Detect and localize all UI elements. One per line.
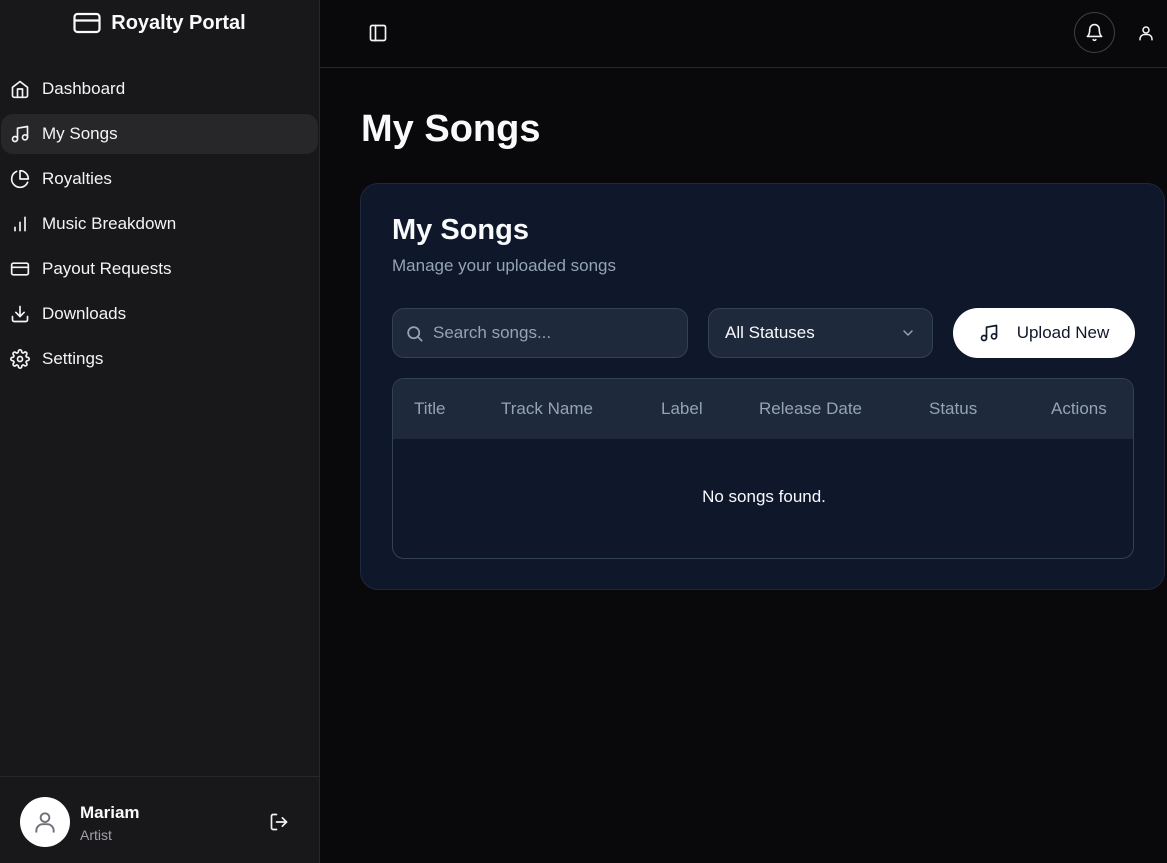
sidebar-toggle-button[interactable] — [366, 21, 390, 45]
status-filter-value: All Statuses — [725, 323, 815, 342]
upload-new-label: Upload New — [1016, 323, 1110, 342]
sidebar-item-label: Music Breakdown — [42, 214, 177, 233]
app-root: Royalty Portal Dashboard My Songs Royalt… — [0, 0, 1167, 863]
column-header-actions: Actions — [1051, 399, 1107, 418]
sidebar: Royalty Portal Dashboard My Songs Royalt… — [0, 0, 320, 863]
empty-state-message: No songs found. — [702, 487, 826, 506]
pie-chart-icon — [10, 169, 30, 189]
bell-icon — [1086, 23, 1103, 42]
column-header-release-date[interactable]: Release Date — [759, 399, 862, 419]
card-subtitle: Manage your uploaded songs — [392, 256, 616, 275]
user-icon — [35, 812, 55, 833]
sidebar-item-downloads[interactable]: Downloads — [1, 294, 318, 334]
status-filter-select[interactable]: All Statuses — [708, 308, 933, 358]
search-input[interactable] — [433, 323, 673, 343]
sidebar-item-royalties[interactable]: Royalties — [1, 159, 318, 199]
column-header-label[interactable]: Label — [661, 399, 703, 419]
credit-card-icon — [73, 12, 101, 34]
user-icon — [1139, 26, 1153, 41]
user-panel: Mariam Artist — [0, 776, 319, 863]
sidebar-item-dashboard[interactable]: Dashboard — [1, 69, 318, 109]
sidebar-item-label: My Songs — [42, 124, 118, 143]
topbar — [320, 0, 1167, 68]
sidebar-item-music-breakdown[interactable]: Music Breakdown — [1, 204, 318, 244]
sidebar-item-label: Downloads — [42, 304, 127, 323]
column-header-status[interactable]: Status — [929, 399, 977, 419]
logout-icon — [270, 813, 288, 831]
upload-new-button[interactable]: Upload New — [953, 308, 1135, 358]
avatar[interactable] — [20, 797, 70, 847]
notifications-button[interactable] — [1074, 12, 1115, 53]
music-note-icon — [980, 324, 998, 342]
sidebar-item-payout-requests[interactable]: Payout Requests — [1, 249, 318, 289]
sidebar-item-my-songs[interactable]: My Songs — [1, 114, 318, 154]
chevron-down-icon — [903, 330, 913, 336]
logout-button[interactable] — [267, 810, 291, 834]
credit-card-icon — [10, 259, 30, 279]
sidebar-item-settings[interactable]: Settings — [1, 339, 318, 379]
sidebar-item-label: Dashboard — [42, 79, 126, 98]
panel-left-icon — [369, 24, 387, 42]
page-title: My Songs — [361, 108, 541, 150]
bar-chart-icon — [10, 214, 30, 234]
brand[interactable]: Royalty Portal — [0, 0, 319, 67]
sidebar-item-label: Settings — [42, 349, 104, 368]
search-icon — [407, 325, 423, 341]
home-icon — [10, 79, 30, 99]
user-menu-button[interactable] — [1134, 21, 1158, 45]
search-box — [392, 308, 688, 358]
gear-icon — [10, 349, 30, 369]
column-header-title[interactable]: Title — [414, 399, 446, 419]
songs-table: Title Track Name Label Release Date Stat… — [392, 378, 1134, 559]
table-header: Title Track Name Label Release Date Stat… — [393, 379, 1133, 439]
user-name: Mariam — [80, 803, 140, 822]
user-role: Artist — [80, 827, 112, 843]
brand-title: Royalty Portal — [111, 12, 246, 34]
sidebar-item-label: Payout Requests — [42, 259, 172, 278]
music-note-icon — [10, 124, 30, 144]
sidebar-item-label: Royalties — [42, 169, 112, 188]
card-title: My Songs — [392, 214, 529, 246]
column-header-track-name[interactable]: Track Name — [501, 399, 593, 419]
sidebar-nav: Dashboard My Songs Royalties Music Break… — [0, 67, 319, 384]
download-icon — [10, 304, 30, 324]
songs-card: My Songs Manage your uploaded songs All … — [360, 183, 1165, 590]
